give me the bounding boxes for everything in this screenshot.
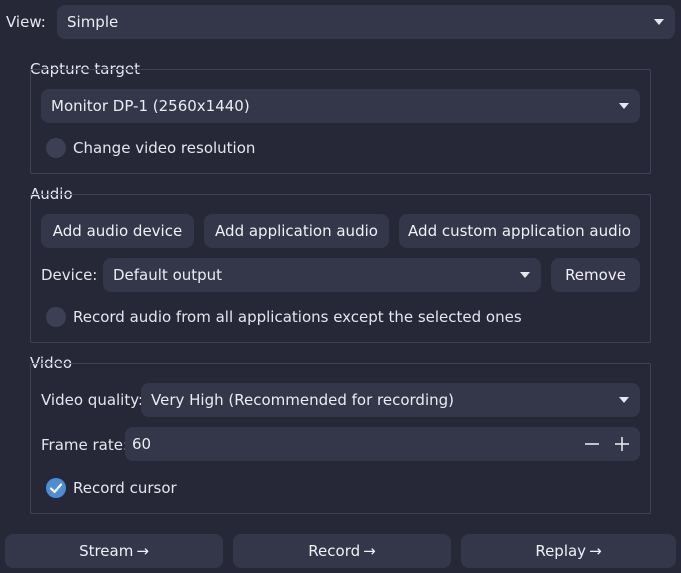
monitor-select[interactable]: Monitor DP-1 (2560x1440) (41, 89, 640, 123)
add-application-audio-button[interactable]: Add application audio (204, 214, 389, 248)
chevron-down-icon (619, 103, 629, 109)
video-quality-select[interactable]: Very High (Recommended for recording) (141, 383, 640, 417)
record-cursor-label: Record cursor (73, 479, 177, 497)
minus-icon[interactable] (582, 434, 602, 454)
video-quality-label: Video quality: (41, 391, 144, 409)
frame-rate-value: 60 (132, 435, 152, 453)
stream-button-label: Stream (79, 542, 134, 560)
stream-button[interactable]: Stream → (5, 534, 223, 568)
change-resolution-label: Change video resolution (73, 139, 256, 157)
record-button[interactable]: Record → (233, 534, 451, 568)
change-resolution-checkbox[interactable] (46, 138, 66, 158)
audio-device-select[interactable]: Default output (103, 258, 541, 292)
arrow-right-icon: → (589, 542, 602, 560)
add-custom-application-audio-button[interactable]: Add custom application audio (399, 214, 640, 248)
frame-rate-spinbox[interactable]: 60 (125, 427, 640, 461)
view-label: View: (6, 13, 46, 31)
plus-icon[interactable] (612, 434, 632, 454)
record-cursor-checkbox[interactable] (46, 478, 66, 498)
view-select[interactable]: Simple (57, 5, 675, 39)
check-icon (49, 483, 63, 494)
remove-device-button[interactable]: Remove (551, 258, 640, 292)
record-all-except-checkbox[interactable] (46, 307, 66, 327)
monitor-select-value: Monitor DP-1 (2560x1440) (51, 97, 250, 115)
chevron-down-icon (654, 19, 664, 25)
view-select-value: Simple (67, 13, 119, 31)
arrow-right-icon: → (363, 542, 376, 560)
replay-button[interactable]: Replay → (461, 534, 676, 568)
record-all-except-label: Record audio from all applications excep… (73, 308, 522, 326)
arrow-right-icon: → (136, 542, 149, 560)
add-audio-device-button[interactable]: Add audio device (41, 214, 194, 248)
replay-button-label: Replay (535, 542, 587, 560)
chevron-down-icon (619, 397, 629, 403)
frame-rate-label: Frame rate: (41, 436, 129, 454)
record-button-label: Record (308, 542, 361, 560)
video-quality-select-value: Very High (Recommended for recording) (151, 391, 454, 409)
device-label: Device: (41, 266, 98, 284)
chevron-down-icon (520, 272, 530, 278)
audio-device-select-value: Default output (113, 266, 223, 284)
